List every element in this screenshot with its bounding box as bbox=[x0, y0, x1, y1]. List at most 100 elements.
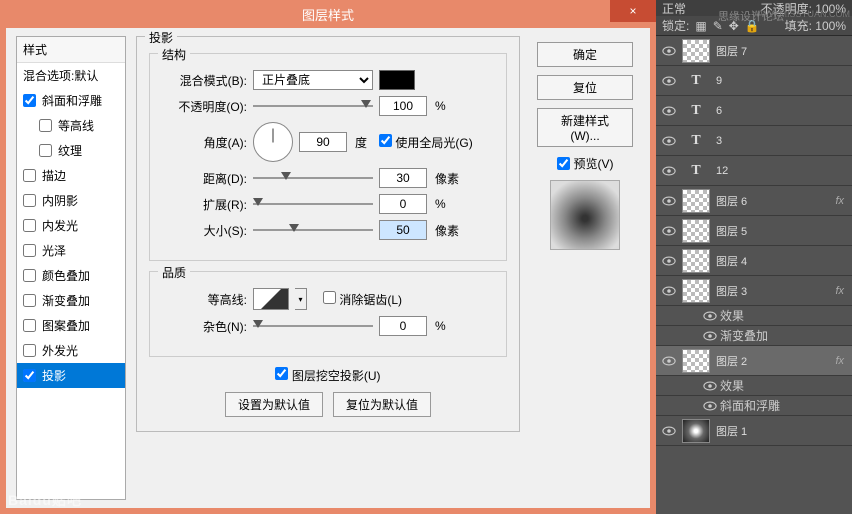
set-default-button[interactable]: 设置为默认值 bbox=[225, 392, 323, 417]
style-item-1[interactable]: 斜面和浮雕 bbox=[17, 88, 125, 113]
angle-dial[interactable] bbox=[253, 122, 293, 162]
reset-default-button[interactable]: 复位为默认值 bbox=[333, 392, 431, 417]
spread-slider[interactable] bbox=[253, 198, 373, 210]
blend-mode-select[interactable]: 正片叠底 bbox=[253, 70, 373, 90]
style-item-0[interactable]: 混合选项:默认 bbox=[17, 63, 125, 88]
lock-pixels-icon[interactable]: ▦ bbox=[695, 19, 706, 33]
visibility-icon[interactable] bbox=[656, 196, 682, 206]
style-checkbox[interactable] bbox=[23, 94, 36, 107]
visibility-icon[interactable] bbox=[656, 256, 682, 266]
visibility-icon[interactable] bbox=[656, 286, 682, 296]
style-item-7[interactable]: 光泽 bbox=[17, 238, 125, 263]
layer-row[interactable]: T9 bbox=[656, 66, 852, 96]
style-checkbox[interactable] bbox=[23, 194, 36, 207]
style-checkbox[interactable] bbox=[23, 169, 36, 182]
ok-button[interactable]: 确定 bbox=[537, 42, 633, 67]
layer-thumbnail[interactable]: T bbox=[682, 159, 710, 183]
contour-picker[interactable] bbox=[253, 288, 289, 310]
layer-row[interactable]: 图层 4 bbox=[656, 246, 852, 276]
visibility-icon[interactable] bbox=[700, 311, 720, 321]
close-button[interactable]: × bbox=[610, 0, 656, 22]
style-item-2[interactable]: 等高线 bbox=[17, 113, 125, 138]
size-input[interactable]: 50 bbox=[379, 220, 427, 240]
fx-badge[interactable]: fx bbox=[835, 285, 844, 297]
angle-input[interactable]: 90 bbox=[299, 132, 347, 152]
layer-effect-sub[interactable]: 效果 bbox=[656, 376, 852, 396]
fx-badge[interactable]: fx bbox=[835, 355, 844, 367]
layer-thumbnail[interactable] bbox=[682, 39, 710, 63]
layer-thumbnail[interactable]: T bbox=[682, 99, 710, 123]
new-style-button[interactable]: 新建样式(W)... bbox=[537, 108, 633, 147]
reset-button[interactable]: 复位 bbox=[537, 75, 633, 100]
contour-dropdown[interactable]: ▾ bbox=[295, 288, 307, 310]
shadow-color-swatch[interactable] bbox=[379, 70, 415, 90]
style-checkbox[interactable] bbox=[23, 269, 36, 282]
visibility-icon[interactable] bbox=[656, 76, 682, 86]
visibility-icon[interactable] bbox=[656, 106, 682, 116]
spread-label: 扩展(R): bbox=[162, 196, 247, 213]
noise-input[interactable]: 0 bbox=[379, 316, 427, 336]
layer-thumbnail[interactable]: T bbox=[682, 129, 710, 153]
layer-effect-sub[interactable]: 效果 bbox=[656, 306, 852, 326]
style-checkbox[interactable] bbox=[23, 369, 36, 382]
style-checkbox[interactable] bbox=[23, 244, 36, 257]
layer-thumbnail[interactable] bbox=[682, 419, 710, 443]
layer-row[interactable]: 图层 3fx bbox=[656, 276, 852, 306]
layer-thumbnail[interactable] bbox=[682, 279, 710, 303]
layer-row[interactable]: 图层 6fx bbox=[656, 186, 852, 216]
layer-thumbnail[interactable] bbox=[682, 249, 710, 273]
layer-effect-sub[interactable]: 斜面和浮雕 bbox=[656, 396, 852, 416]
opacity-slider[interactable] bbox=[253, 100, 373, 112]
layer-row[interactable]: T12 bbox=[656, 156, 852, 186]
distance-input[interactable]: 30 bbox=[379, 168, 427, 188]
visibility-icon[interactable] bbox=[656, 46, 682, 56]
global-light-check[interactable]: 使用全局光(G) bbox=[379, 134, 473, 151]
layer-thumbnail[interactable] bbox=[682, 189, 710, 213]
style-item-5[interactable]: 内阴影 bbox=[17, 188, 125, 213]
style-checkbox[interactable] bbox=[23, 319, 36, 332]
style-item-4[interactable]: 描边 bbox=[17, 163, 125, 188]
style-checkbox[interactable] bbox=[39, 144, 52, 157]
layer-thumbnail[interactable]: T bbox=[682, 69, 710, 93]
visibility-icon[interactable] bbox=[656, 166, 682, 176]
visibility-icon[interactable] bbox=[656, 136, 682, 146]
style-item-9[interactable]: 渐变叠加 bbox=[17, 288, 125, 313]
style-item-8[interactable]: 颜色叠加 bbox=[17, 263, 125, 288]
layer-row[interactable]: 图层 2fx bbox=[656, 346, 852, 376]
noise-slider[interactable] bbox=[253, 320, 373, 332]
layer-thumbnail[interactable] bbox=[682, 219, 710, 243]
style-item-6[interactable]: 内发光 bbox=[17, 213, 125, 238]
layer-row[interactable]: 图层 1 bbox=[656, 416, 852, 446]
style-item-11[interactable]: 外发光 bbox=[17, 338, 125, 363]
layer-row[interactable]: T3 bbox=[656, 126, 852, 156]
visibility-icon[interactable] bbox=[700, 331, 720, 341]
style-item-10[interactable]: 图案叠加 bbox=[17, 313, 125, 338]
style-checkbox[interactable] bbox=[39, 119, 52, 132]
knockout-check[interactable]: 图层挖空投影(U) bbox=[275, 369, 380, 383]
distance-slider[interactable] bbox=[253, 172, 373, 184]
visibility-icon[interactable] bbox=[700, 381, 720, 391]
layer-effect-sub[interactable]: 渐变叠加 bbox=[656, 326, 852, 346]
style-item-3[interactable]: 纹理 bbox=[17, 138, 125, 163]
size-slider[interactable] bbox=[253, 224, 373, 236]
style-checkbox[interactable] bbox=[23, 219, 36, 232]
style-item-12[interactable]: 投影 bbox=[17, 363, 125, 388]
style-checkbox[interactable] bbox=[23, 294, 36, 307]
layer-row[interactable]: 图层 5 bbox=[656, 216, 852, 246]
visibility-icon[interactable] bbox=[700, 401, 720, 411]
visibility-icon[interactable] bbox=[656, 426, 682, 436]
fx-badge[interactable]: fx bbox=[835, 195, 844, 207]
style-label: 内阴影 bbox=[42, 192, 78, 209]
layer-row[interactable]: 图层 7 bbox=[656, 36, 852, 66]
style-checkbox[interactable] bbox=[23, 344, 36, 357]
layer-row[interactable]: T6 bbox=[656, 96, 852, 126]
spread-input[interactable]: 0 bbox=[379, 194, 427, 214]
antialias-label: 消除锯齿(L) bbox=[339, 293, 402, 307]
layer-thumbnail[interactable] bbox=[682, 349, 710, 373]
opacity-input[interactable]: 100 bbox=[379, 96, 427, 116]
visibility-icon[interactable] bbox=[656, 226, 682, 236]
preview-check[interactable]: 预览(V) bbox=[557, 155, 614, 172]
visibility-icon[interactable] bbox=[656, 356, 682, 366]
antialias-check[interactable]: 消除锯齿(L) bbox=[323, 291, 402, 308]
style-label: 投影 bbox=[42, 367, 66, 384]
